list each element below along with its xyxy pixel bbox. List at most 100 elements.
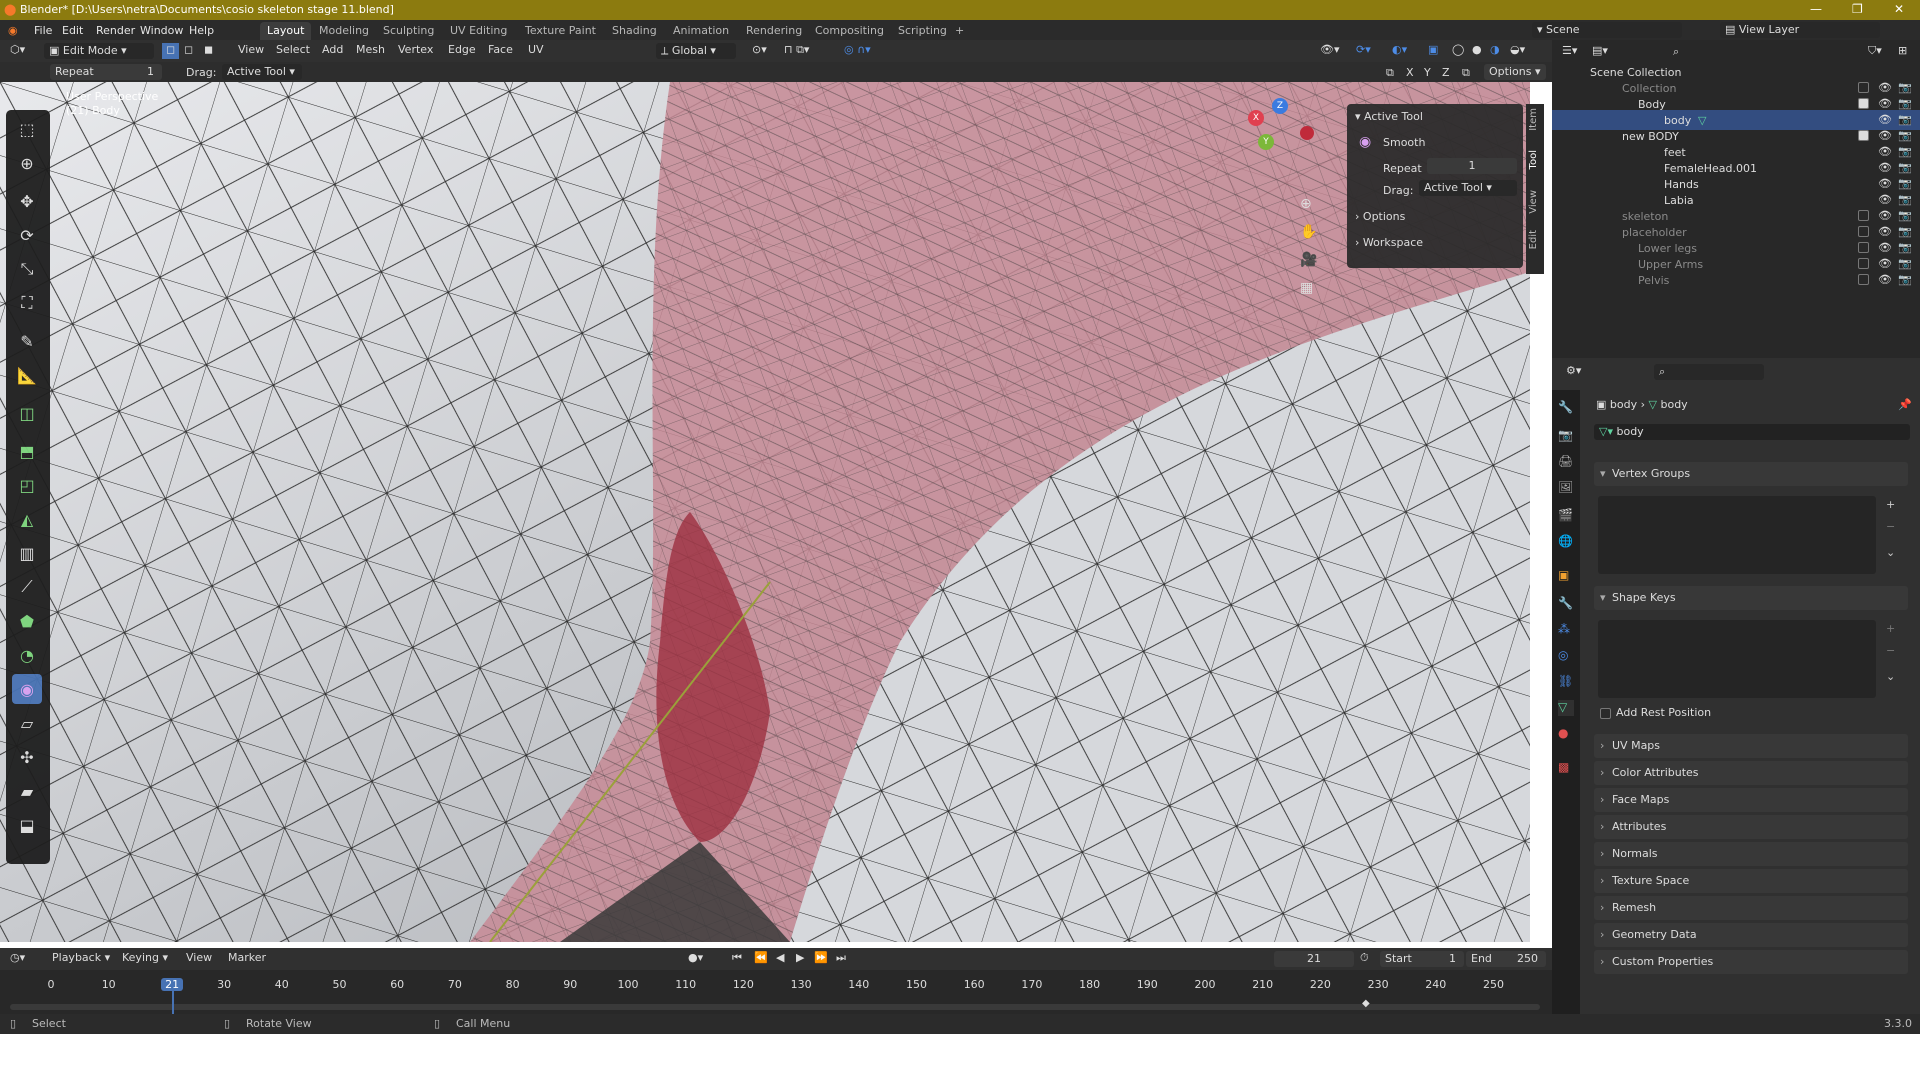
bevel-tool-icon[interactable]: ◭ [12,504,42,534]
workspace-section[interactable]: › Workspace [1355,236,1423,249]
outliner-search-input[interactable]: ⌕ [1668,44,1778,60]
ortho-grid-icon[interactable]: ▦ [1300,280,1313,296]
filter-icon[interactable]: ⛉▾ [1868,44,1882,60]
vertex-select-icon[interactable]: ◻ [162,43,180,59]
jump-start-icon[interactable]: ⏮ [732,951,742,967]
object-props-icon[interactable]: ▣ [1558,568,1574,584]
eye-icon[interactable]: 👁 [1878,81,1892,94]
axis-y[interactable]: Y [1424,66,1431,82]
menu-edit[interactable]: Edit [62,24,83,37]
geometry-data-panel[interactable]: › Geometry Data [1594,923,1908,947]
keyframe-marker-icon[interactable]: ◆ [1362,998,1370,1009]
camera-icon[interactable]: 📷 [1898,161,1912,174]
tab-texture-paint[interactable]: Texture Paint [518,22,603,40]
zoom-icon[interactable]: ⊕ [1300,196,1312,212]
maximize-icon[interactable]: ❐ [1852,2,1863,16]
tab-rendering[interactable]: Rendering [739,22,809,40]
new-collection-icon[interactable]: ⊞ [1898,44,1907,60]
eye-icon[interactable]: 👁 [1878,113,1892,126]
camera-icon[interactable]: 📷 [1898,129,1912,142]
menu-vertex[interactable]: Vertex [398,43,433,59]
exclude-checkbox[interactable] [1858,82,1869,93]
tab-tool[interactable]: Tool [1528,150,1542,169]
remove-shape-key-icon[interactable]: − [1886,644,1895,657]
end-frame-field[interactable]: End 250 [1466,951,1546,967]
render-props-icon[interactable]: 📷 [1558,428,1574,444]
solid-shading-icon[interactable]: ● [1472,43,1482,59]
shear-tool-icon[interactable]: ▰ [12,776,42,806]
display-mode-icon[interactable]: ▤▾ [1592,44,1608,60]
tab-compositing[interactable]: Compositing [808,22,891,40]
transform-tool-icon[interactable]: ⛶ [12,288,42,318]
rip-tool-icon[interactable]: ⬓ [12,810,42,840]
tab-sculpting[interactable]: Sculpting [376,22,441,40]
select-box-tool-icon[interactable]: ⬚ [12,114,42,144]
menu-add[interactable]: Add [322,43,343,59]
camera-icon[interactable]: 📷 [1898,177,1912,190]
pan-hand-icon[interactable]: ✋ [1300,224,1317,240]
stopwatch-icon[interactable]: ⏱ [1360,951,1369,967]
menu-help[interactable]: Help [189,24,214,37]
add-vertex-group-icon[interactable]: + [1886,498,1895,511]
overlays-icon[interactable]: ◐▾ [1392,43,1407,59]
gizmo-neg-x-axis[interactable] [1300,126,1314,140]
shrink-fatten-tool-icon[interactable]: ✣ [12,742,42,772]
material-props-icon[interactable]: ● [1558,726,1574,742]
xray-icon[interactable]: ▣ [1428,43,1438,59]
view-layer-selector[interactable]: ▤ View Layer [1720,22,1880,38]
orientation-selector[interactable]: ⟂ Global ▾ [656,43,736,59]
add-rest-position-checkbox[interactable] [1600,708,1611,719]
eye-icon[interactable]: 👁 [1878,241,1892,254]
uv-maps-panel[interactable]: › UV Maps [1594,734,1908,758]
material-shading-icon[interactable]: ◑ [1490,43,1500,59]
measure-tool-icon[interactable]: 📐 [12,360,42,390]
tab-edit[interactable]: Edit [1528,230,1542,249]
camera-icon[interactable]: 📷 [1898,193,1912,206]
eye-icon[interactable]: 👁 [1878,193,1892,206]
edge-select-icon[interactable]: ◻ [184,43,193,59]
menu-window[interactable]: Window [140,24,183,37]
properties-editor-icon[interactable]: ⚙▾ [1566,364,1581,380]
shape-key-menu-icon[interactable]: ⌄ [1886,670,1895,683]
properties-search-input[interactable]: ⌕ [1654,364,1764,380]
pin-icon[interactable]: 📌 [1898,398,1912,414]
mirror-icon[interactable]: ⧉ [1386,66,1394,82]
record-icon[interactable]: ●▾ [688,951,703,967]
visibility-icon[interactable]: 👁▾ [1320,43,1340,59]
outliner-editor-icon[interactable]: ☰▾ [1562,44,1577,60]
play-icon[interactable]: ▶ [796,951,804,967]
eye-icon[interactable]: 👁 [1878,209,1892,222]
annotate-tool-icon[interactable]: ✎ [12,326,42,356]
timeline-editor-icon[interactable]: ◷▾ [10,951,25,967]
scale-tool-icon[interactable]: ⤡ [12,254,42,284]
extrude-tool-icon[interactable]: ⬒ [12,436,42,466]
menu-edge[interactable]: Edge [448,43,476,59]
minimize-icon[interactable]: — [1810,2,1822,16]
custom-properties-panel[interactable]: › Custom Properties [1594,950,1908,974]
eye-icon[interactable]: 👁 [1878,161,1892,174]
active-tool-section[interactable]: ▾ Active Tool [1355,110,1423,123]
camera-icon[interactable]: 📷 [1898,209,1912,222]
snap-icon[interactable]: ⊓ ⧉▾ [784,43,809,59]
prev-key-icon[interactable]: ⏪ [754,951,768,967]
pivot-icon[interactable]: ⊙▾ [752,43,767,59]
view-layer-props-icon[interactable]: 🖼 [1558,480,1574,496]
menu-playback[interactable]: Playback ▾ [52,951,110,967]
vertex-group-menu-icon[interactable]: ⌄ [1886,546,1895,559]
camera-view-icon[interactable]: 🎥 [1300,252,1317,268]
exclude-checkbox[interactable] [1858,258,1869,269]
auto-merge-icon[interactable]: ⧉ [1462,66,1470,82]
camera-icon[interactable]: 📷 [1898,273,1912,286]
menu-view[interactable]: View [238,43,264,59]
tab-layout[interactable]: Layout [260,22,312,40]
texture-space-panel[interactable]: › Texture Space [1594,869,1908,893]
menu-render[interactable]: Render [96,24,135,37]
attributes-panel[interactable]: › Attributes [1594,815,1908,839]
tool-props-icon[interactable]: 🔧 [1558,400,1574,416]
options-section[interactable]: › Options [1355,210,1405,223]
outliner-row-pelvis[interactable]: Pelvis 👁 📷 [1552,270,1920,290]
scene-props-icon[interactable]: 🎬 [1558,508,1574,524]
camera-icon[interactable]: 📷 [1898,225,1912,238]
camera-icon[interactable]: 📷 [1898,113,1912,126]
tab-item[interactable]: Item [1528,108,1542,131]
